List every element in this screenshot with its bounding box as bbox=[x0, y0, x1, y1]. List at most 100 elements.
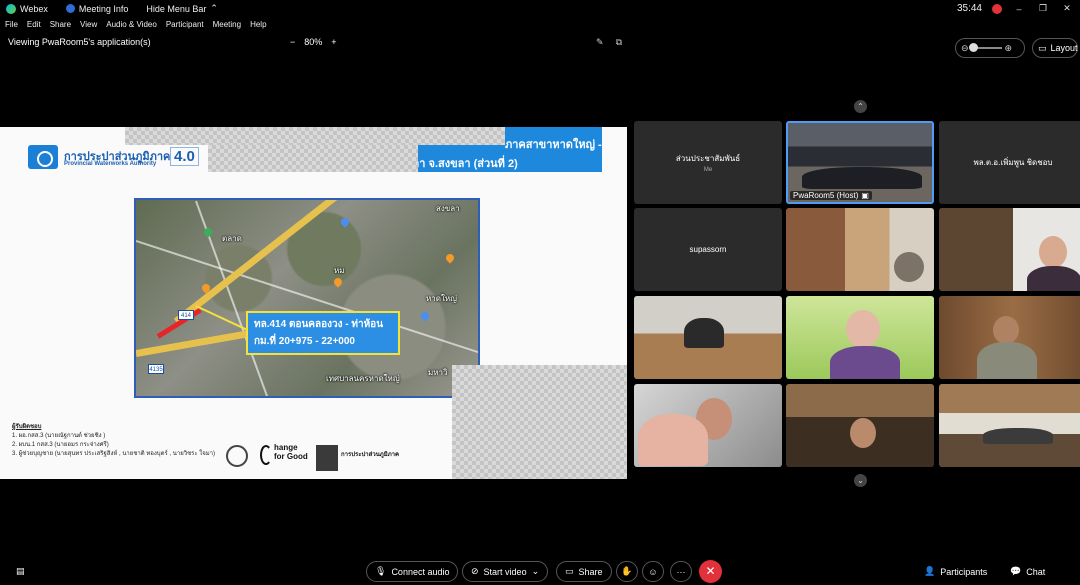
participant-body bbox=[977, 342, 1037, 379]
reactions-button[interactable]: ☺ bbox=[642, 561, 664, 582]
chevron-down-icon[interactable]: ⌄ bbox=[532, 566, 540, 577]
route-callout: ทล.414 ตอนคลองวง - ท่าห้อน กม.ที่ 20+975… bbox=[246, 311, 400, 355]
zoom-in-icon[interactable]: ⊕ bbox=[1005, 43, 1013, 54]
close-window-button[interactable]: ✕ bbox=[1060, 3, 1074, 14]
hand-icon: ✋ bbox=[621, 566, 633, 576]
slider-track[interactable] bbox=[968, 43, 1002, 52]
participant-tile[interactable]: พล.ต.อ.เพิ่มพูน ชิดชอบ bbox=[939, 121, 1080, 204]
menu-file[interactable]: File bbox=[5, 20, 18, 29]
slider-knob[interactable] bbox=[968, 43, 978, 52]
meeting-info-button[interactable]: Meeting Info bbox=[65, 3, 129, 14]
share-label: Share bbox=[578, 566, 603, 577]
smiley-icon: ☺ bbox=[648, 566, 658, 577]
participant-figure bbox=[684, 318, 724, 348]
annotate-icon[interactable]: ✎ bbox=[596, 37, 604, 48]
participant-figure bbox=[993, 316, 1019, 344]
participant-figure bbox=[850, 418, 876, 448]
menu-audio-video[interactable]: Audio & Video bbox=[106, 20, 157, 29]
map-label: ตลาด bbox=[222, 234, 242, 243]
menu-view[interactable]: View bbox=[80, 20, 97, 29]
webex-app-label: Webex bbox=[6, 3, 48, 14]
participant-video-tile[interactable] bbox=[634, 384, 782, 467]
connect-audio-button[interactable]: 🎙 Connect audio bbox=[366, 561, 459, 582]
app-name: Webex bbox=[20, 3, 48, 14]
satellite-map: ตลาด หม สงขลา หาดใหญ่ เทศบาลนครหาดใหญ่ ม… bbox=[134, 198, 480, 398]
participant-name: พล.ต.อ.เพิ่มพูน ชิดชอบ bbox=[973, 158, 1053, 167]
video-off-icon: ⊘ bbox=[471, 566, 479, 576]
map-label: มหาวิ bbox=[428, 368, 448, 377]
participant-tile[interactable]: ส่วนประชาสัมพันธ์ Me bbox=[634, 121, 782, 204]
participant-figure bbox=[894, 252, 924, 282]
scroll-down-button[interactable]: ⌄ bbox=[854, 474, 867, 487]
conference-table bbox=[983, 428, 1053, 444]
video-zoom-slider[interactable]: ⊖ ⊕ bbox=[955, 38, 1025, 58]
responsible-list: ผู้รับผิดชอบ 1. ผอ.กสส.3 (นายณัฐกานต์ ช่… bbox=[12, 423, 215, 459]
participant-name: ส่วนประชาสัมพันธ์ bbox=[675, 154, 741, 163]
restore-button[interactable]: ❐ bbox=[1036, 3, 1050, 14]
map-pin-icon bbox=[419, 310, 431, 322]
start-video-button[interactable]: ⊘ Start video ⌄ bbox=[462, 561, 549, 582]
menu-meeting[interactable]: Meeting bbox=[213, 20, 241, 29]
participant-video-tile[interactable] bbox=[634, 296, 782, 379]
participant-sub: Me bbox=[703, 167, 713, 173]
menu-edit[interactable]: Edit bbox=[27, 20, 41, 29]
participant-tile-host[interactable]: PwaRoom5 (Host) ▣ bbox=[786, 121, 934, 204]
participant-video-tile[interactable] bbox=[786, 384, 934, 467]
zoom-out-icon[interactable]: ⊖ bbox=[961, 43, 969, 54]
share-button[interactable]: ▭ Share bbox=[556, 561, 612, 582]
participants-label: Participants bbox=[940, 566, 988, 577]
leave-meeting-button[interactable]: ✕ bbox=[699, 560, 722, 583]
route-line-1: ทล.414 ตอนคลองวง - ท่าห้อน bbox=[254, 319, 384, 330]
hide-menu-bar-label: Hide Menu Bar bbox=[146, 3, 207, 14]
connect-audio-label: Connect audio bbox=[391, 566, 450, 577]
participant-body bbox=[1027, 266, 1080, 291]
more-options-button[interactable]: ··· bbox=[670, 561, 692, 582]
webex-logo-icon bbox=[6, 3, 16, 14]
minimize-button[interactable]: – bbox=[1012, 4, 1026, 14]
responsible-header: ผู้รับผิดชอบ bbox=[12, 424, 42, 430]
control-bar: ▤ 🎙 Connect audio ⊘ Start video ⌄ ▭ Shar… bbox=[0, 557, 1080, 585]
pop-out-icon[interactable]: ⧉ bbox=[616, 37, 622, 48]
scroll-up-button[interactable]: ⌃ bbox=[854, 100, 867, 113]
participant-video-tile[interactable] bbox=[939, 384, 1080, 467]
cfg-line-1: hange bbox=[274, 443, 298, 452]
map-pin-icon bbox=[444, 252, 456, 264]
meeting-info-label: Meeting Info bbox=[78, 3, 129, 14]
participant-video-tile[interactable] bbox=[939, 208, 1080, 291]
participants-button[interactable]: 👤 Participants bbox=[924, 566, 987, 577]
layout-button[interactable]: ▭ Layout bbox=[1032, 38, 1078, 58]
map-pin-icon bbox=[332, 276, 344, 288]
participant-video-tile[interactable] bbox=[786, 296, 934, 379]
change-for-good-logo-icon bbox=[260, 445, 272, 465]
participants-icon: 👤 bbox=[924, 566, 936, 576]
video-feed bbox=[939, 384, 1080, 467]
chat-label: Chat bbox=[1026, 566, 1046, 577]
road-shield: 4135 bbox=[148, 364, 164, 374]
banner-line-2: ขลา จ.สงขลา (ส่วนที่ 2) bbox=[405, 158, 518, 170]
start-video-label: Start video bbox=[483, 566, 527, 577]
menu-help[interactable]: Help bbox=[250, 20, 266, 29]
participant-video-tile[interactable] bbox=[939, 296, 1080, 379]
layout-icon: ▭ bbox=[1038, 42, 1047, 53]
participant-tile[interactable]: supassorn bbox=[634, 208, 782, 291]
hide-menu-bar-button[interactable]: Hide Menu Bar ⌃ bbox=[146, 3, 218, 14]
title-bar: Webex Meeting Info Hide Menu Bar ⌃ 35:44… bbox=[0, 0, 1080, 17]
zoom-out-button[interactable]: − bbox=[290, 37, 295, 47]
change-for-good-text: hange for Good bbox=[274, 443, 308, 461]
menu-bar: File Edit Share View Audio & Video Parti… bbox=[0, 17, 267, 32]
share-zoom-control: − 80% + bbox=[290, 33, 337, 51]
share-screen-icon: ▭ bbox=[565, 566, 574, 576]
zoom-in-button[interactable]: + bbox=[331, 37, 336, 47]
captions-icon[interactable]: ▤ bbox=[16, 566, 25, 577]
raise-hand-button[interactable]: ✋ bbox=[616, 561, 638, 582]
menu-share[interactable]: Share bbox=[50, 20, 71, 29]
map-label: สงขลา bbox=[436, 204, 460, 213]
redacted-region bbox=[125, 127, 505, 145]
menu-participant[interactable]: Participant bbox=[166, 20, 204, 29]
participant-video-tile[interactable] bbox=[786, 208, 934, 291]
participant-body bbox=[830, 346, 900, 379]
chat-button[interactable]: 💬 Chat bbox=[1010, 566, 1045, 577]
pwa-footer-logo-icon bbox=[316, 445, 338, 471]
recording-icon[interactable] bbox=[992, 3, 1002, 14]
meeting-timer: 35:44 bbox=[956, 3, 982, 14]
